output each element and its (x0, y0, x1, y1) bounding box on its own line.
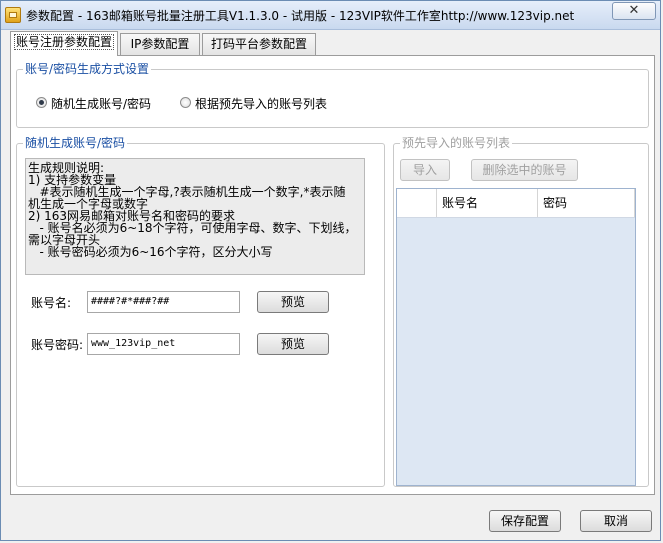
close-button[interactable]: ✕ (612, 2, 656, 20)
tab-label: 打码平台参数配置 (210, 37, 307, 51)
settings-window: 参数配置 - 163邮箱账号批量注册工具V1.1.3.0 - 试用版 - 123… (0, 0, 661, 541)
password-label: 账号密码: (31, 338, 84, 352)
radio-random-gen[interactable] (36, 97, 47, 108)
tab-account-register[interactable]: 账号注册参数配置 (10, 31, 118, 56)
account-list[interactable]: 账号名 密码 (396, 188, 636, 486)
preview-password-button[interactable]: 预览 (257, 333, 329, 355)
radio-import-list[interactable] (180, 97, 191, 108)
save-button[interactable]: 保存配置 (489, 510, 561, 532)
close-icon: ✕ (628, 3, 640, 18)
import-list-group: 预先导入的账号列表 导入 删除选中的账号 账号名 密码 (393, 136, 649, 487)
tab-label: IP参数配置 (130, 37, 190, 51)
column-header-account[interactable]: 账号名 (437, 189, 538, 217)
random-gen-group-title: 随机生成账号/密码 (23, 136, 128, 150)
import-list-group-title: 预先导入的账号列表 (400, 136, 513, 150)
account-name-input[interactable]: ####?#*###?## (87, 291, 240, 313)
gen-mode-group-title: 账号/密码生成方式设置 (23, 62, 152, 76)
column-header-password[interactable]: 密码 (538, 189, 635, 217)
rules-description: 生成规则说明: 1) 支持参数变量 #表示随机生成一个字母,?表示随机生成一个数… (25, 158, 365, 275)
delete-selected-button[interactable]: 删除选中的账号 (471, 159, 578, 181)
app-icon (5, 7, 21, 23)
tab-ip-settings[interactable]: IP参数配置 (120, 33, 200, 55)
random-gen-group: 随机生成账号/密码 生成规则说明: 1) 支持参数变量 #表示随机生成一个字母,… (16, 136, 385, 487)
gen-mode-group: 账号/密码生成方式设置 随机生成账号/密码 根据预先导入的账号列表 (16, 62, 649, 128)
tab-label: 账号注册参数配置 (13, 34, 114, 50)
radio-import-list-label[interactable]: 根据预先导入的账号列表 (195, 95, 327, 112)
preview-account-button[interactable]: 预览 (257, 291, 329, 313)
window-title: 参数配置 - 163邮箱账号批量注册工具V1.1.3.0 - 试用版 - 123… (26, 9, 575, 23)
account-list-header: 账号名 密码 (397, 189, 635, 218)
cancel-button[interactable]: 取消 (580, 510, 652, 532)
radio-random-gen-label[interactable]: 随机生成账号/密码 (51, 95, 151, 112)
column-header-index[interactable] (397, 189, 437, 217)
password-input[interactable]: www_123vip_net (87, 333, 240, 355)
import-button[interactable]: 导入 (400, 159, 450, 181)
tab-captcha-platform[interactable]: 打码平台参数配置 (202, 33, 316, 55)
title-bar[interactable]: 参数配置 - 163邮箱账号批量注册工具V1.1.3.0 - 试用版 - 123… (1, 1, 660, 30)
account-name-label: 账号名: (31, 296, 72, 310)
tab-panel-account-register: 账号/密码生成方式设置 随机生成账号/密码 根据预先导入的账号列表 随机生成账号… (10, 55, 655, 495)
